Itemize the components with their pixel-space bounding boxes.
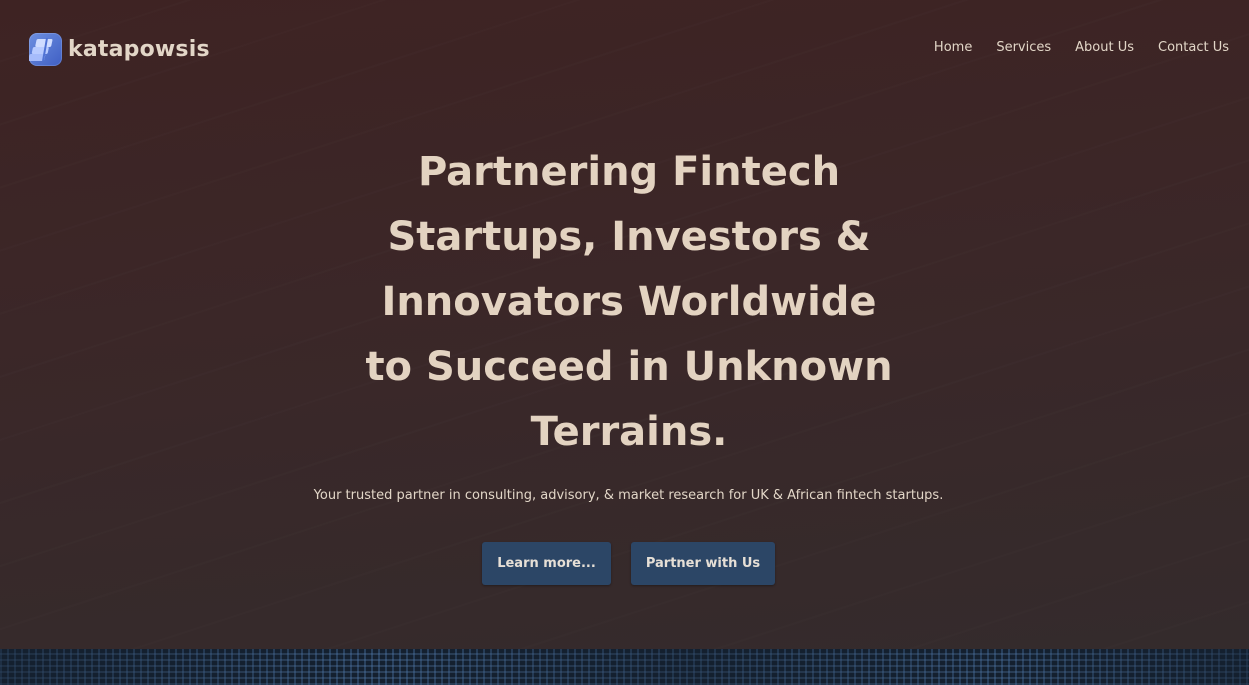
hero-headline: Partnering Fintech Startups, Investors &… (324, 140, 934, 465)
stacked-blocks-icon (29, 32, 62, 66)
hero-section: katapowsis Home Services About Us Contac… (0, 0, 1249, 649)
brand-name: katapowsis (68, 36, 210, 62)
headline-line: Terrains. (530, 409, 728, 455)
next-section-banner (0, 649, 1249, 685)
learn-more-button[interactable]: Learn more... (482, 542, 611, 585)
headline-line: Innovators Worldwide (381, 279, 877, 325)
site-header: katapowsis Home Services About Us Contac… (0, 0, 1249, 96)
brand-link[interactable]: katapowsis (29, 32, 210, 66)
nav-services[interactable]: Services (996, 40, 1051, 55)
landing-page: katapowsis Home Services About Us Contac… (0, 0, 1249, 685)
main-nav: Home Services About Us Contact Us (910, 40, 1229, 55)
headline-line: Startups, Investors & (387, 214, 871, 260)
cta-group: Learn more... Partner with Us (0, 542, 1249, 585)
hero-subtitle: Your trusted partner in consulting, advi… (313, 488, 944, 503)
nav-home[interactable]: Home (934, 40, 972, 55)
headline-line: to Succeed in Unknown (365, 344, 893, 390)
nav-contact-us[interactable]: Contact Us (1158, 40, 1229, 55)
nav-about-us[interactable]: About Us (1075, 40, 1134, 55)
partner-with-us-button[interactable]: Partner with Us (631, 542, 775, 585)
headline-line: Partnering Fintech (417, 149, 841, 195)
